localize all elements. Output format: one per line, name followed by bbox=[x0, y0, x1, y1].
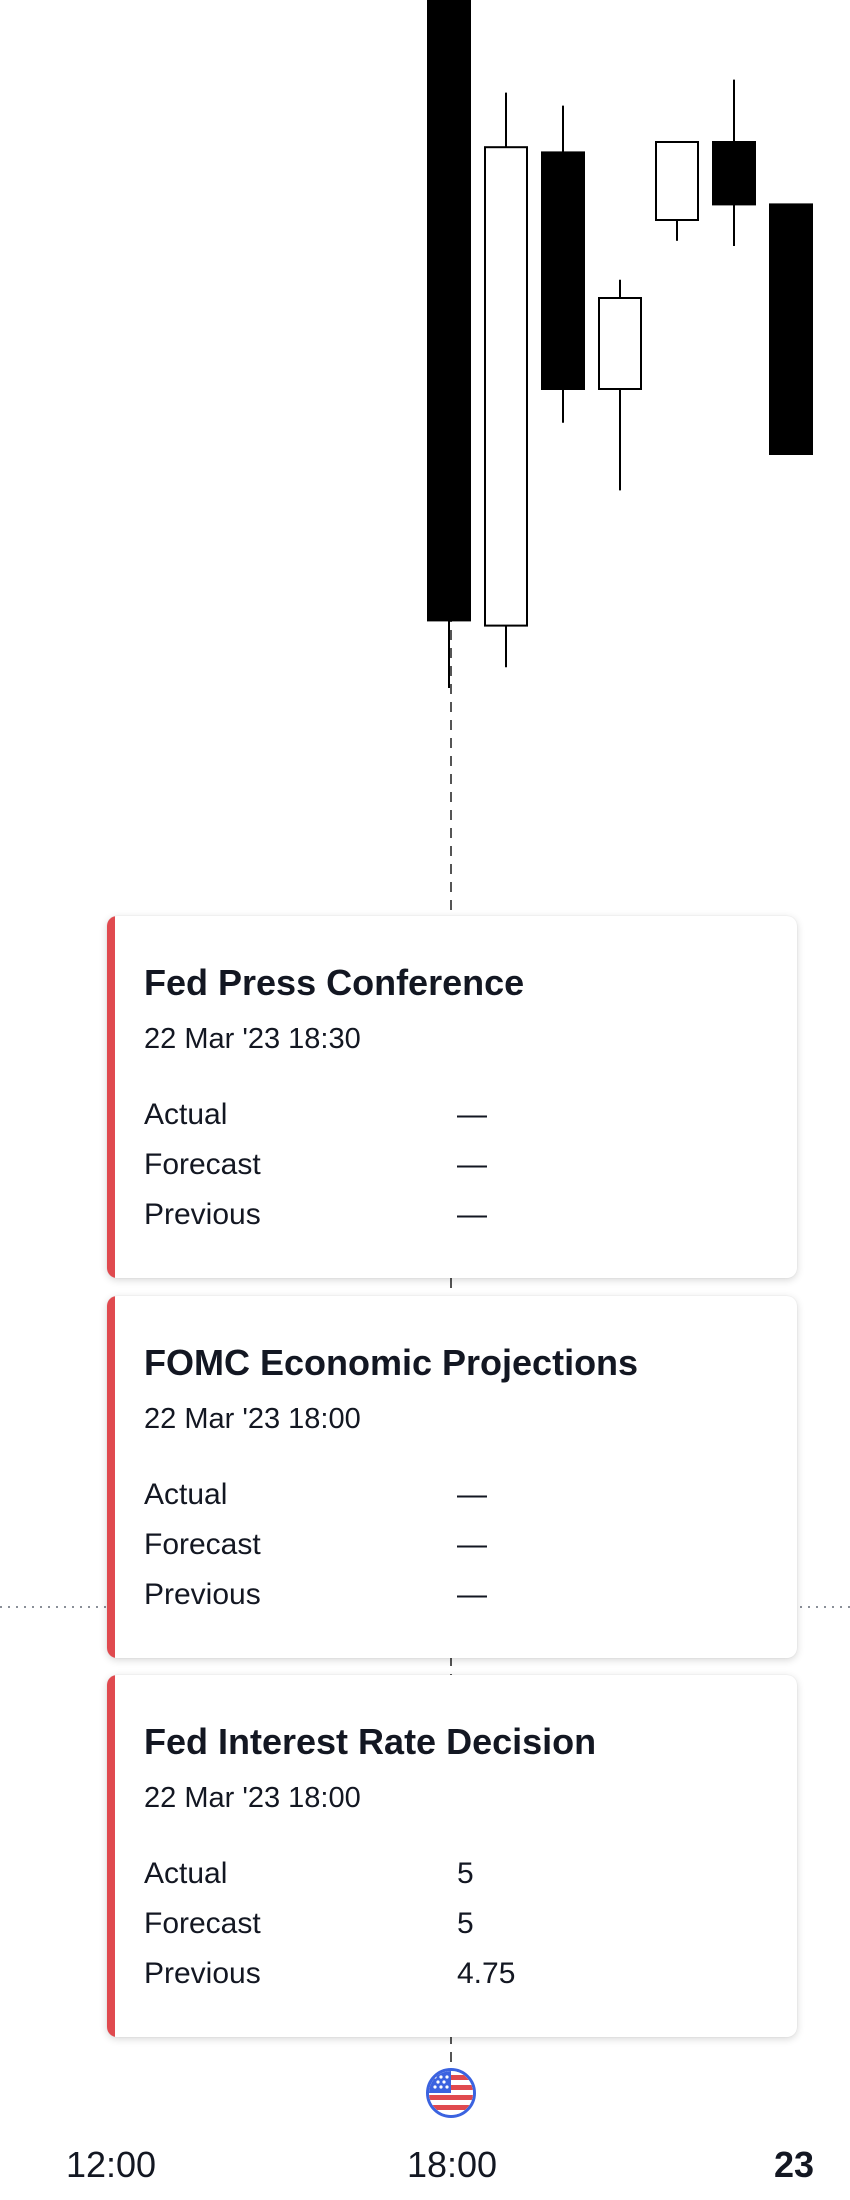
event-row-value: — bbox=[457, 1198, 487, 1231]
candle-body-bullish bbox=[655, 141, 699, 221]
candle bbox=[655, 141, 699, 241]
candle-body-bullish bbox=[484, 146, 528, 627]
event-row-label: Actual bbox=[144, 1857, 228, 1890]
time-axis-label-1800: 18:00 bbox=[406, 2144, 498, 2185]
event-row-actual: Actual 5 bbox=[144, 1857, 764, 1897]
us-flag-icon[interactable] bbox=[426, 2068, 476, 2118]
event-row-actual: Actual — bbox=[144, 1478, 764, 1518]
candle bbox=[541, 105, 585, 423]
candle-body-bearish bbox=[712, 141, 756, 206]
candles-layer bbox=[427, 0, 813, 688]
event-datetime: 22 Mar '23 18:30 bbox=[144, 1023, 361, 1055]
event-datetime: 22 Mar '23 18:00 bbox=[144, 1782, 361, 1814]
event-row-value: — bbox=[457, 1578, 487, 1611]
event-row-forecast: Forecast — bbox=[144, 1148, 764, 1188]
chart-screen: Fed Press Conference 22 Mar '23 18:30 Ac… bbox=[0, 0, 850, 2200]
time-axis-label-day-23: 23 bbox=[773, 2144, 815, 2185]
event-title: FOMC Economic Projections bbox=[144, 1342, 639, 1383]
candle bbox=[484, 92, 528, 668]
event-row-label: Previous bbox=[144, 1198, 261, 1231]
event-card-fed-press-conference[interactable]: Fed Press Conference 22 Mar '23 18:30 Ac… bbox=[107, 916, 797, 1278]
candle bbox=[427, 0, 471, 688]
candle-body-bullish bbox=[598, 297, 642, 390]
event-row-forecast: Forecast — bbox=[144, 1528, 764, 1568]
event-datetime: 22 Mar '23 18:00 bbox=[144, 1403, 361, 1435]
event-row-label: Forecast bbox=[144, 1148, 261, 1181]
candle bbox=[769, 203, 813, 455]
event-row-previous: Previous 4.75 bbox=[144, 1957, 764, 1997]
event-row-previous: Previous — bbox=[144, 1578, 764, 1618]
event-row-value: — bbox=[457, 1148, 487, 1181]
event-row-previous: Previous — bbox=[144, 1198, 764, 1238]
time-axis-label-1200: 12:00 bbox=[65, 2144, 157, 2185]
candle bbox=[598, 279, 642, 491]
event-card-fomc-economic-projections[interactable]: FOMC Economic Projections 22 Mar '23 18:… bbox=[107, 1296, 797, 1658]
event-title: Fed Press Conference bbox=[144, 962, 525, 1003]
event-row-label: Previous bbox=[144, 1957, 261, 1990]
event-row-label: Previous bbox=[144, 1578, 261, 1611]
event-row-actual: Actual — bbox=[144, 1098, 764, 1138]
event-row-value: — bbox=[457, 1528, 487, 1561]
event-importance-bar bbox=[107, 1675, 115, 2037]
event-row-value: 5 bbox=[457, 1907, 474, 1940]
candle bbox=[712, 79, 756, 246]
us-flag-graphic bbox=[429, 2071, 473, 2115]
event-row-value: 5 bbox=[457, 1857, 474, 1890]
event-row-label: Forecast bbox=[144, 1907, 261, 1940]
event-row-label: Actual bbox=[144, 1098, 228, 1131]
event-title: Fed Interest Rate Decision bbox=[144, 1721, 597, 1762]
event-card-fed-interest-rate-decision[interactable]: Fed Interest Rate Decision 22 Mar '23 18… bbox=[107, 1675, 797, 2037]
candle-body-bearish bbox=[769, 203, 813, 455]
event-importance-bar bbox=[107, 1296, 115, 1658]
event-importance-bar bbox=[107, 916, 115, 1278]
event-row-value: — bbox=[457, 1098, 487, 1131]
event-row-value: 4.75 bbox=[457, 1957, 516, 1990]
event-row-value: — bbox=[457, 1478, 487, 1511]
event-row-label: Forecast bbox=[144, 1528, 261, 1561]
candle-body-bearish bbox=[541, 151, 585, 390]
candle-body-bearish bbox=[427, 0, 471, 622]
event-row-forecast: Forecast 5 bbox=[144, 1907, 764, 1947]
event-row-label: Actual bbox=[144, 1478, 228, 1511]
